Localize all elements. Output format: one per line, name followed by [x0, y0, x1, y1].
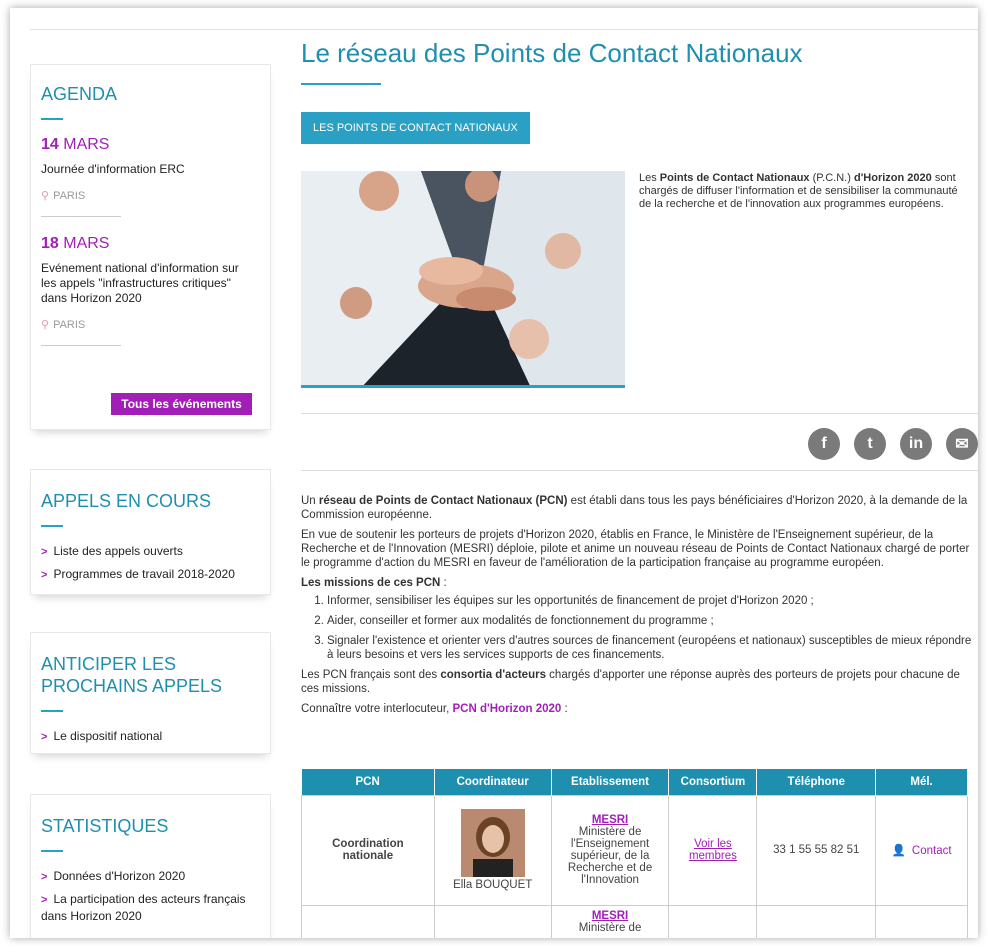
establishment-cell: MESRI Ministère de l'Enseignement supéri…	[550, 794, 670, 906]
stats-link-participation[interactable]: > La participation des acteurs français d…	[41, 891, 260, 924]
title-underline	[301, 83, 381, 85]
avatar	[460, 809, 525, 877]
person-icon: 👤	[891, 845, 906, 857]
missions-heading: Les missions de ces PCN :	[301, 577, 447, 589]
twitter-icon[interactable]: t	[854, 428, 886, 460]
chevron-right-icon: >	[41, 569, 48, 581]
chevron-right-icon: >	[41, 871, 48, 883]
column-header: Mél.	[875, 769, 968, 795]
stats-underline	[41, 850, 63, 852]
paragraph: Un réseau de Points de Contact Nationaux…	[301, 495, 968, 521]
list-item: Aider, conseiller et former aux modalité…	[327, 614, 978, 628]
coordinator-name: Ella BOUQUET	[453, 879, 533, 891]
paragraph: En vue de soutenir les porteurs de proje…	[301, 529, 970, 569]
stats-link-data[interactable]: > Données d'Horizon 2020	[41, 868, 260, 885]
main-content: Le réseau des Points de Contact Nationau…	[301, 38, 978, 938]
establishment-cell: MESRI Ministère de	[550, 904, 670, 938]
facebook-icon[interactable]: f	[808, 428, 840, 460]
anticipate-underline	[41, 710, 63, 712]
anticipate-panel: ANTICIPER LES PROCHAINS APPELS > Le dispo…	[30, 632, 271, 754]
phone-cell: 33 1 55 55 82 51	[756, 794, 877, 906]
event-title[interactable]: Evénement national d'information sur les…	[41, 261, 256, 306]
column-header: PCN	[301, 769, 435, 795]
event-title[interactable]: Journée d'information ERC	[41, 162, 260, 177]
mesri-link[interactable]: MESRI	[556, 814, 665, 826]
calls-panel: APPELS EN COURS > Liste des appels ouvert…	[30, 469, 271, 595]
agenda-title: AGENDA	[41, 84, 118, 104]
pcn-link[interactable]: PCN d'Horizon 2020	[453, 703, 562, 715]
chevron-right-icon: >	[41, 894, 48, 906]
all-events-button[interactable]: Tous les événements	[111, 393, 252, 415]
page-frame: AGENDA 14 MARS Journée d'information ERC…	[10, 8, 978, 938]
tab-points-contact[interactable]: LES POINTS DE CONTACT NATIONAUX	[301, 112, 530, 144]
team-hands-illustration	[301, 171, 625, 385]
establishment-name: Ministère de l'Enseignement supérieur, d…	[567, 826, 653, 886]
mesri-link[interactable]: MESRI	[556, 910, 665, 922]
chevron-right-icon: >	[41, 546, 48, 558]
calls-link-open[interactable]: > Liste des appels ouverts	[41, 543, 260, 560]
location-pin-icon: ⚲	[41, 319, 50, 331]
list-item: Signaler l'existence et orienter vers d'…	[327, 634, 978, 662]
calls-link-programmes[interactable]: > Programmes de travail 2018-2020	[41, 566, 260, 583]
agenda-panel: AGENDA 14 MARS Journée d'information ERC…	[30, 64, 271, 430]
stats-panel: STATISTIQUES > Données d'Horizon 2020 > La…	[30, 794, 271, 938]
top-divider	[30, 29, 978, 30]
missions-list: Informer, sensibiliser les équipes sur l…	[315, 594, 978, 662]
pcn-cell	[301, 904, 435, 938]
stats-title: STATISTIQUES	[41, 816, 169, 836]
divider	[301, 413, 978, 414]
table-header-row: PCN Coordinateur Etablissement Consortiu…	[301, 769, 968, 795]
column-header: Téléphone	[756, 769, 877, 795]
event-separator	[41, 345, 121, 346]
event-date: 14 MARS	[41, 136, 110, 153]
agenda-underline	[41, 118, 63, 120]
calls-underline	[41, 525, 63, 527]
phone-cell	[756, 904, 877, 938]
mail-cell: 👤 Contact	[875, 794, 968, 906]
column-header: Coordinateur	[434, 769, 552, 795]
anticipate-link-national[interactable]: > Le dispositif national	[41, 728, 260, 745]
divider	[301, 470, 978, 471]
contact-link[interactable]: Contact	[912, 845, 952, 857]
email-icon[interactable]: ✉	[946, 428, 978, 460]
anticipate-title: ANTICIPER LES PROCHAINS APPELS	[41, 654, 223, 696]
consortium-cell	[668, 904, 758, 938]
article-body: Un réseau de Points de Contact Nationaux…	[301, 494, 978, 722]
mail-cell	[875, 904, 968, 938]
event-separator	[41, 216, 121, 217]
event-place: ⚲ PARIS	[41, 319, 86, 331]
event-date: 18 MARS	[41, 235, 110, 252]
intro-text: Les Points de Contact Nationaux (P.C.N.)…	[639, 172, 958, 210]
coordinator-photo	[460, 809, 525, 877]
members-link[interactable]: Voir les membres	[689, 838, 737, 862]
page-title: Le réseau des Points de Contact Nationau…	[301, 38, 803, 68]
coordinator-cell: Ella BOUQUET	[433, 794, 552, 906]
chevron-right-icon: >	[41, 731, 48, 743]
table-row: Coordination nationale Ella BOUQUET MESR…	[301, 794, 968, 906]
establishment-name: Ministère de	[578, 921, 642, 934]
list-item: Informer, sensibiliser les équipes sur l…	[327, 594, 978, 608]
linkedin-icon[interactable]: in	[900, 428, 932, 460]
column-header: Etablissement	[551, 769, 670, 795]
pcn-table: PCN Coordinateur Etablissement Consortiu…	[301, 769, 968, 938]
event-place: ⚲ PARIS	[41, 190, 86, 202]
column-header: Consortium	[668, 769, 758, 795]
paragraph: Connaître votre interlocuteur, PCN d'Hor…	[301, 703, 568, 715]
social-share-bar: f t in ✉	[808, 428, 978, 460]
team-hands-photo	[301, 171, 625, 388]
paragraph: Les PCN français sont des consortia d'ac…	[301, 669, 960, 695]
consortium-cell: Voir les membres	[668, 794, 758, 906]
pcn-cell: Coordination nationale	[301, 794, 435, 906]
table-row: MESRI Ministère de	[301, 904, 968, 938]
coordinator-cell	[433, 904, 552, 938]
location-pin-icon: ⚲	[41, 190, 50, 202]
calls-title: APPELS EN COURS	[41, 491, 212, 511]
